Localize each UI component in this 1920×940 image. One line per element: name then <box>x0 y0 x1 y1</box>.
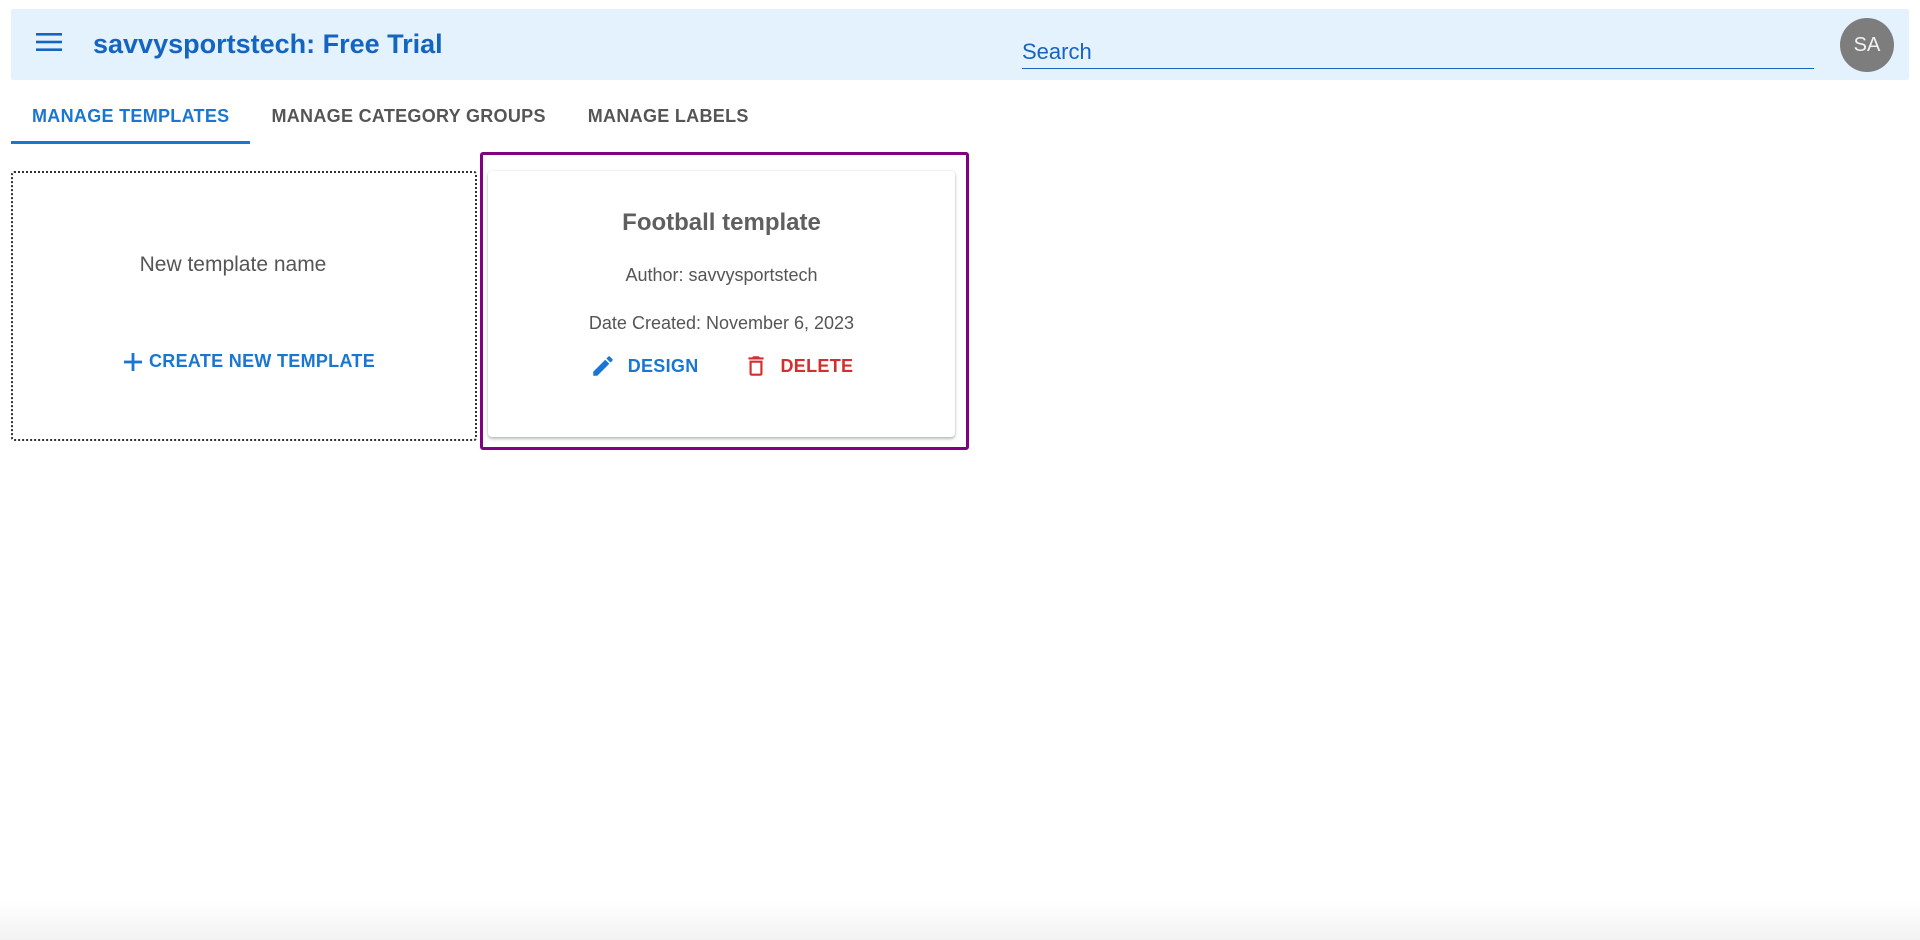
template-title: Football template <box>622 209 821 236</box>
tab-manage-category-groups[interactable]: MANAGE CATEGORY GROUPS <box>250 88 566 144</box>
tab-manage-templates[interactable]: MANAGE TEMPLATES <box>11 88 251 144</box>
design-label: DESIGN <box>627 355 699 376</box>
template-actions: DESIGN DELETE <box>488 353 955 379</box>
search-input[interactable] <box>1022 29 1814 68</box>
delete-label: DELETE <box>780 355 854 376</box>
menu-button[interactable] <box>25 18 73 66</box>
create-new-template-button[interactable]: CREATE NEW TEMPLATE <box>123 351 375 372</box>
app-title: savvysportstech: Free Trial <box>93 29 443 59</box>
app-bar: savvysportstech: Free Trial SA <box>11 9 1909 80</box>
search-field[interactable] <box>1022 29 1814 69</box>
tab-bar: MANAGE TEMPLATES MANAGE CATEGORY GROUPS … <box>11 88 770 144</box>
design-button[interactable]: DESIGN <box>590 353 699 379</box>
create-new-template-label: CREATE NEW TEMPLATE <box>149 351 376 371</box>
template-author: Author: savvysportstech <box>625 265 818 285</box>
delete-button[interactable]: DELETE <box>743 353 854 379</box>
plus-icon <box>124 352 142 371</box>
new-template-name-field[interactable]: New template name <box>13 253 453 277</box>
template-date-created: Date Created: November 6, 2023 <box>588 313 855 333</box>
pencil-icon <box>592 356 613 376</box>
template-card: Football template Author: savvysportstec… <box>488 171 955 437</box>
tab-manage-labels[interactable]: MANAGE LABELS <box>567 88 770 144</box>
hamburger-menu-icon <box>36 33 62 51</box>
new-template-card: New template name CREATE NEW TEMPLATE <box>11 171 477 441</box>
user-avatar[interactable]: SA <box>1840 18 1894 72</box>
trash-icon <box>747 356 764 376</box>
bottom-shadow <box>0 900 1920 940</box>
